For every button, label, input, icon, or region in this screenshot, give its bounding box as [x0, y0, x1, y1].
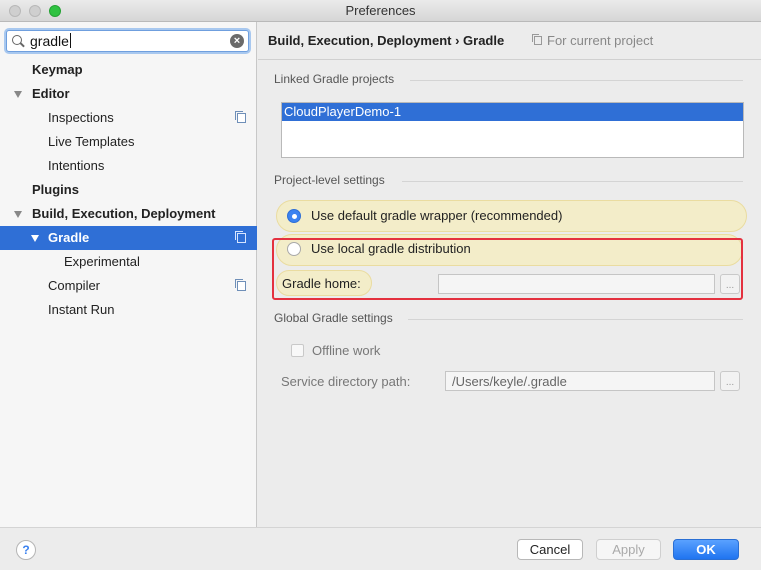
settings-sidebar: gradle × Keymap Editor Inspections Live …	[0, 22, 257, 527]
project-scope-icon	[532, 34, 542, 45]
project-scope-icon	[235, 231, 246, 243]
scope-label: For current project	[547, 33, 654, 48]
service-directory-label: Service directory path:	[281, 374, 411, 389]
ok-button[interactable]: OK	[673, 539, 739, 560]
sidebar-item-compiler[interactable]: Compiler	[0, 274, 257, 298]
project-level-heading: Project-level settings	[274, 173, 385, 187]
search-icon	[12, 35, 22, 45]
default-wrapper-radio[interactable]	[287, 209, 301, 223]
default-wrapper-option[interactable]: Use default gradle wrapper (recommended)	[276, 200, 747, 232]
section-divider	[408, 319, 743, 320]
sidebar-item-intentions[interactable]: Intentions	[0, 154, 257, 178]
sidebar-item-keymap[interactable]: Keymap	[0, 58, 257, 82]
section-divider	[402, 181, 743, 182]
search-field[interactable]: gradle ×	[6, 30, 249, 52]
offline-work-label: Offline work	[312, 343, 381, 358]
settings-tree: Keymap Editor Inspections Live Templates…	[0, 58, 257, 322]
section-divider	[410, 80, 743, 81]
expand-arrow-icon[interactable]	[14, 91, 22, 98]
linked-projects-list[interactable]: CloudPlayerDemo-1	[281, 102, 744, 158]
search-input[interactable]: gradle	[30, 33, 71, 49]
project-scope-icon	[235, 279, 246, 291]
preferences-window: Preferences gradle × Keymap Editor Inspe…	[0, 0, 761, 570]
breadcrumb: Build, Execution, Deployment › Gradle	[268, 33, 505, 48]
list-item[interactable]: CloudPlayerDemo-1	[282, 103, 743, 121]
settings-content: Build, Execution, Deployment › Gradle Fo…	[258, 22, 761, 527]
sidebar-item-instant-run[interactable]: Instant Run	[0, 298, 257, 322]
title-bar: Preferences	[0, 0, 761, 22]
sidebar-item-editor[interactable]: Editor	[0, 82, 257, 106]
sidebar-item-experimental[interactable]: Experimental	[0, 250, 257, 274]
sidebar-item-live-templates[interactable]: Live Templates	[0, 130, 257, 154]
expand-arrow-icon[interactable]	[14, 211, 22, 218]
help-button[interactable]: ?	[16, 540, 36, 560]
apply-button[interactable]: Apply	[596, 539, 661, 560]
sidebar-item-inspections[interactable]: Inspections	[0, 106, 257, 130]
content-header: Build, Execution, Deployment › Gradle Fo…	[258, 22, 761, 60]
offline-work-checkbox[interactable]	[291, 344, 304, 357]
expand-arrow-icon[interactable]	[31, 235, 39, 242]
window-title: Preferences	[345, 3, 416, 18]
dialog-button-bar: ? Cancel Apply OK	[0, 527, 761, 570]
clear-search-icon[interactable]: ×	[230, 34, 244, 48]
cancel-button[interactable]: Cancel	[517, 539, 583, 560]
service-directory-field[interactable]: /Users/keyle/.gradle	[445, 371, 715, 391]
project-scope-icon	[235, 111, 246, 123]
global-settings-heading: Global Gradle settings	[274, 311, 393, 325]
linked-projects-heading: Linked Gradle projects	[274, 72, 395, 86]
sidebar-item-plugins[interactable]: Plugins	[0, 178, 257, 202]
sidebar-item-gradle[interactable]: Gradle	[0, 226, 257, 250]
sidebar-item-build-execution-deployment[interactable]: Build, Execution, Deployment	[0, 202, 257, 226]
highlight-annotation	[272, 238, 743, 300]
service-directory-browse-button[interactable]: ...	[720, 371, 740, 391]
